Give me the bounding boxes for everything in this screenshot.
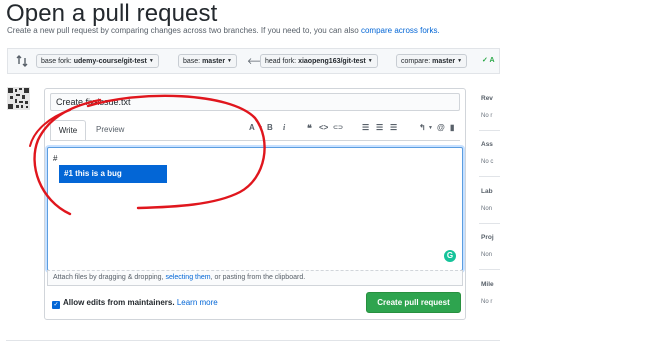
italic-icon[interactable]: i xyxy=(283,122,285,134)
page-title: Open a pull request xyxy=(6,0,218,27)
sidebar-heading-reviewers[interactable]: Rev xyxy=(481,95,493,102)
sidebar-divider xyxy=(479,176,500,177)
base-fork-value: udemy-course/git-test xyxy=(73,58,147,65)
pull-request-title-input[interactable]: Create fix-issue.txt xyxy=(50,93,460,111)
attach-text-end: , or pasting from the clipboard. xyxy=(210,274,306,281)
quote-icon[interactable]: ❝ xyxy=(307,122,312,134)
task-list-icon[interactable]: ☰ xyxy=(390,122,397,134)
head-fork-value: xiaopeng163/git-test xyxy=(298,58,366,65)
tab-write[interactable]: Write xyxy=(50,120,86,141)
attach-text: Attach files by dragging & dropping, xyxy=(53,274,166,281)
sidebar-value-milestone: No r xyxy=(481,299,493,305)
unordered-list-icon[interactable]: ☰ xyxy=(362,122,369,134)
bold-icon[interactable]: B xyxy=(267,122,273,134)
sidebar-divider xyxy=(479,223,500,224)
sidebar-heading-projects[interactable]: Proj xyxy=(481,234,494,241)
caret-down-icon: ▼ xyxy=(367,58,373,64)
compare-value: master xyxy=(432,58,456,65)
git-compare-icon xyxy=(16,54,28,68)
base-value: master xyxy=(202,58,226,65)
caret-down-icon: ▼ xyxy=(148,58,154,64)
sidebar-heading-milestone[interactable]: Mile xyxy=(481,281,494,288)
mention-icon[interactable]: @ xyxy=(437,122,445,134)
code-icon[interactable]: <> xyxy=(319,122,328,134)
sidebar-divider xyxy=(479,130,500,131)
sidebar-value-labels: Non xyxy=(481,206,493,212)
reply-icon[interactable]: ↰ xyxy=(419,122,426,134)
learn-more-link[interactable]: Learn more xyxy=(177,298,218,307)
avatar xyxy=(7,87,30,110)
sidebar-value-assignees: No c xyxy=(481,159,494,165)
bookmark-icon[interactable]: ▮ xyxy=(450,122,454,134)
section-divider xyxy=(6,340,500,341)
base-label: base: xyxy=(183,58,203,65)
compare-branch-select[interactable]: compare: master ▼ xyxy=(396,54,468,68)
compare-bar: base fork: udemy-course/git-test ▼ base: … xyxy=(7,48,500,74)
sidebar-value-projects: Non xyxy=(481,252,493,258)
caret-down-icon: ▼ xyxy=(258,125,263,131)
issue-autocomplete-suggestion[interactable]: #1 this is a bug xyxy=(59,165,167,183)
caret-down-icon: ▼ xyxy=(227,58,232,64)
subtitle-text: Create a new pull request by comparing c… xyxy=(7,26,361,35)
allow-edits-checkbox[interactable]: ✓ xyxy=(52,301,60,309)
sidebar-divider xyxy=(479,269,500,270)
caret-down-icon: ▼ xyxy=(457,58,463,64)
sidebar-heading-assignees[interactable]: Ass xyxy=(481,141,493,148)
base-fork-select[interactable]: base fork: udemy-course/git-test ▼ xyxy=(36,54,159,68)
ordered-list-icon[interactable]: ☰ xyxy=(376,122,383,134)
heading-icon[interactable]: A xyxy=(249,122,255,134)
attach-files-bar[interactable]: Attach files by dragging & dropping, sel… xyxy=(47,270,463,286)
select-files-link[interactable]: selecting them xyxy=(165,274,210,281)
able-to-merge-status: ✓ A xyxy=(482,57,495,64)
tab-divider xyxy=(50,140,460,141)
grammarly-icon[interactable]: G xyxy=(444,250,456,262)
base-branch-select[interactable]: base: master ▼ xyxy=(178,54,237,68)
sidebar-heading-labels[interactable]: Lab xyxy=(481,188,493,195)
head-fork-select[interactable]: head fork: xiaopeng163/git-test ▼ xyxy=(260,54,378,68)
create-pull-request-button[interactable]: Create pull request xyxy=(366,292,461,313)
sidebar-value-reviewers: No r xyxy=(481,113,493,119)
allow-edits-row: ✓ Allow edits from maintainers. Learn mor… xyxy=(52,298,218,309)
caret-down-icon: ▼ xyxy=(428,125,433,131)
link-icon[interactable]: ⊂⊃ xyxy=(333,122,343,134)
head-fork-label: head fork: xyxy=(265,58,299,65)
compare-label: compare: xyxy=(401,58,433,65)
compare-across-forks-link[interactable]: compare across forks. xyxy=(361,26,440,35)
tab-preview[interactable]: Preview xyxy=(96,120,124,140)
comment-text: # xyxy=(53,154,58,163)
page-subtitle: Create a new pull request by comparing c… xyxy=(7,26,440,35)
allow-edits-label: Allow edits from maintainers. xyxy=(63,298,175,307)
base-fork-label: base fork: xyxy=(41,58,74,65)
